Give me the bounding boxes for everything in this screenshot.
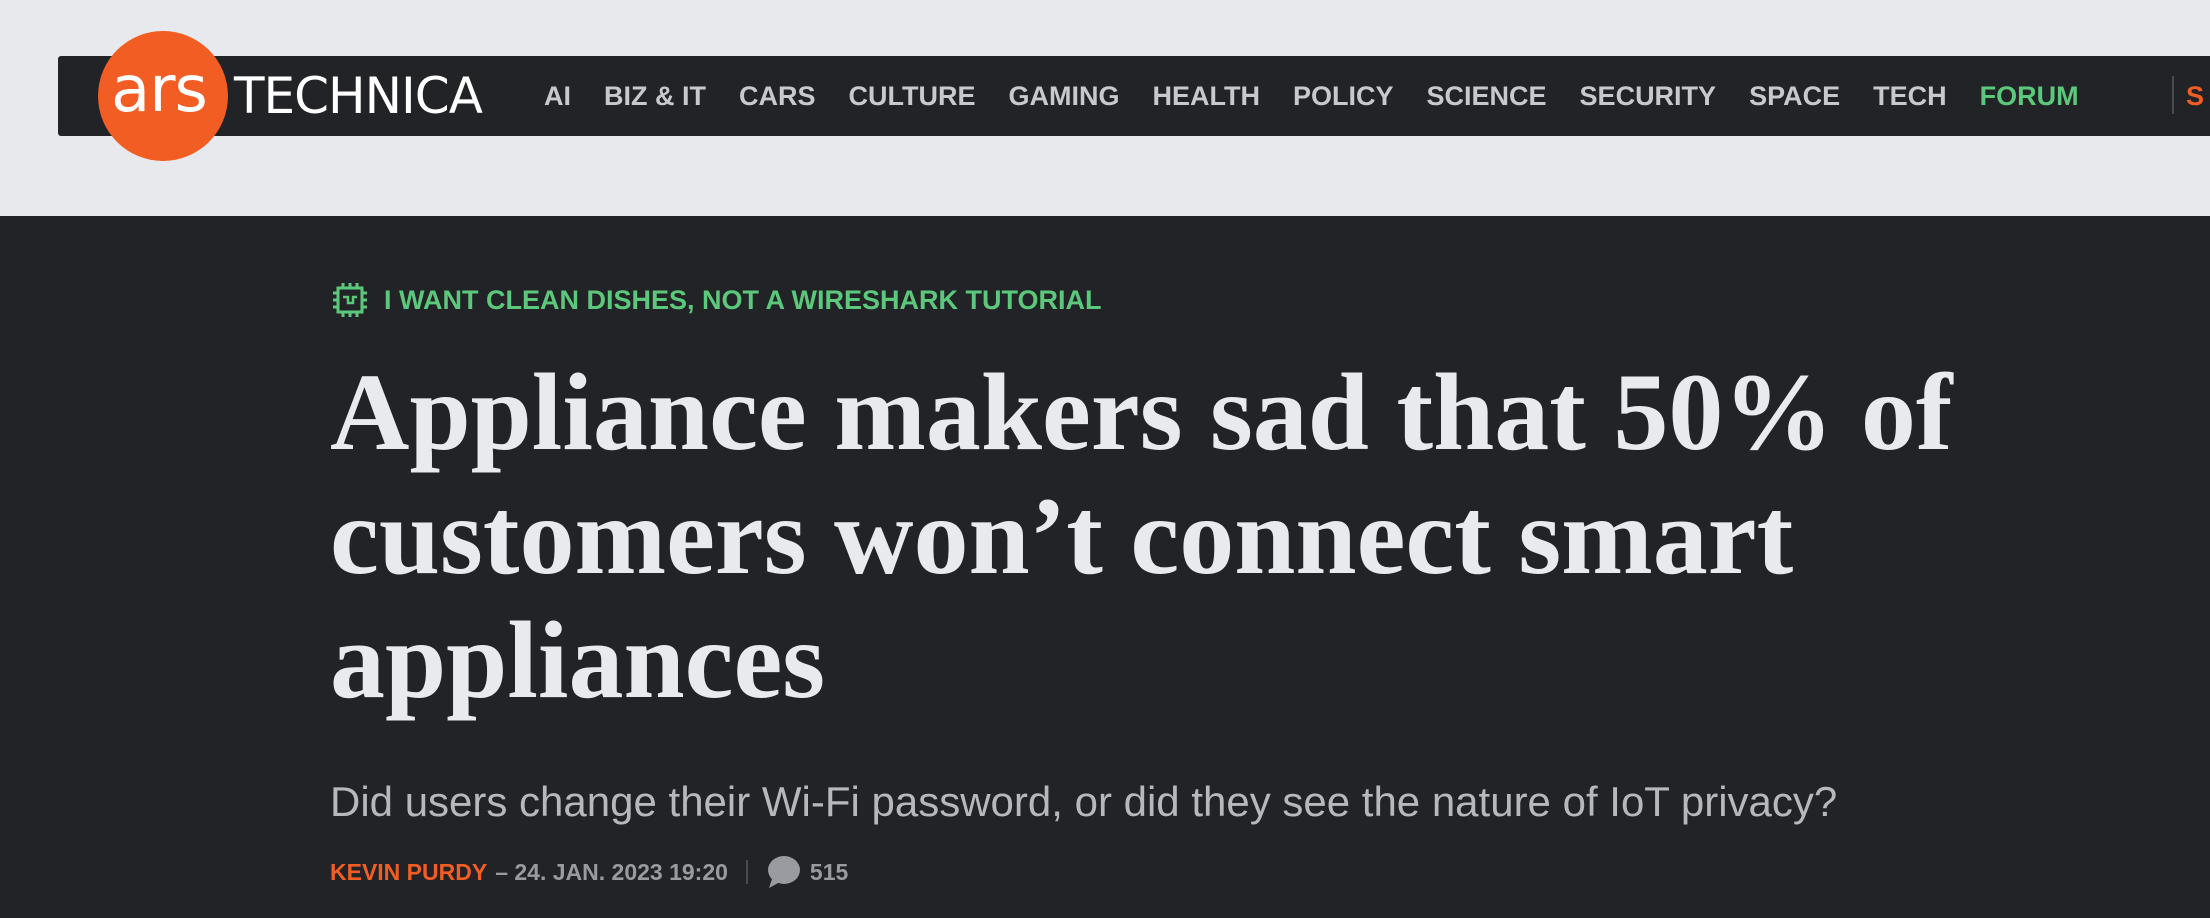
nav-item-science[interactable]: SCIENCE — [1427, 76, 1547, 116]
article-headline: Appliance makers sad that 50% of custome… — [330, 351, 1953, 721]
kicker-text[interactable]: I WANT CLEAN DISHES, NOT A WIRESHARK TUT… — [384, 280, 1102, 320]
comment-count[interactable]: 515 — [810, 852, 848, 892]
article-dek: Did users change their Wi-Fi password, o… — [330, 778, 1838, 825]
nav-item-culture[interactable]: CULTURE — [849, 76, 976, 116]
publish-date: – 24. JAN. 2023 19:20 — [495, 859, 728, 885]
article-byline: KEVIN PURDY – 24. JAN. 2023 19:20 515 — [330, 852, 848, 892]
comment-bubble-icon[interactable] — [766, 855, 802, 889]
circuit-chip-icon — [333, 283, 367, 317]
logo-ars-text[interactable]: ars — [111, 50, 231, 130]
nav-item-biz-it[interactable]: BIZ & IT — [604, 76, 706, 116]
article-kicker[interactable]: I WANT CLEAN DISHES, NOT A WIRESHARK TUT… — [330, 280, 1102, 320]
nav-item-gaming[interactable]: GAMING — [1009, 76, 1120, 116]
nav-item-health[interactable]: HEALTH — [1153, 76, 1261, 116]
nav-item-policy[interactable]: POLICY — [1293, 76, 1394, 116]
nav-item-ai[interactable]: AI — [544, 76, 571, 116]
author-link[interactable]: KEVIN PURDY — [330, 852, 487, 892]
byline-divider — [745, 860, 748, 884]
nav-item-space[interactable]: SPACE — [1749, 76, 1840, 116]
nav-item-cut-off[interactable]: S — [2186, 76, 2210, 116]
section-nav: AI BIZ & IT CARS CULTURE GAMING HEALTH P… — [544, 76, 2112, 116]
nav-item-security[interactable]: SECURITY — [1580, 76, 1717, 116]
nav-item-tech[interactable]: TECH — [1873, 76, 1947, 116]
nav-divider — [2172, 76, 2174, 114]
nav-item-cars[interactable]: CARS — [739, 76, 816, 116]
nav-item-forum[interactable]: FORUM — [1980, 76, 2079, 116]
logo-technica-text[interactable]: TECHNICA — [234, 66, 483, 126]
